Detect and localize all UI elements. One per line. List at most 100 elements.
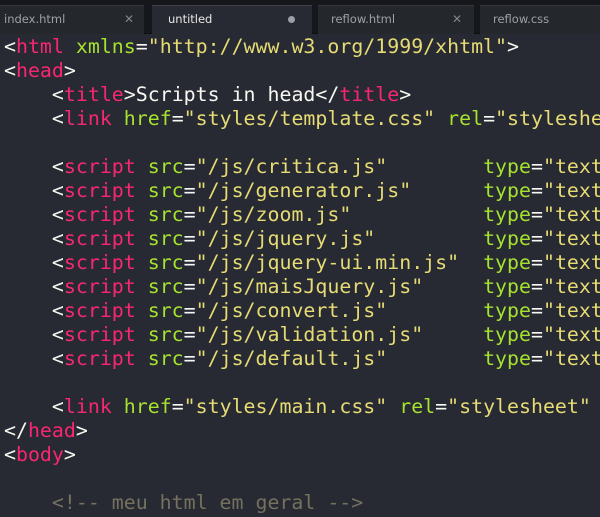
code-attribute: type: [483, 251, 531, 274]
code-string: "/js/validation.js": [195, 323, 424, 346]
code-attribute: src: [147, 251, 184, 274]
code-punctuation: <: [4, 275, 64, 298]
code-punctuation: <: [4, 299, 64, 322]
code-attribute: type: [483, 347, 531, 370]
code-string: "http://www.w3.org/1999/xhtml": [147, 35, 508, 58]
code-line[interactable]: <!-- meu html em geral -->: [4, 491, 600, 515]
code-punctuation: [423, 275, 483, 298]
code-line[interactable]: <link href="styles/template.css" rel="st…: [4, 107, 600, 131]
code-attribute: src: [147, 227, 184, 250]
code-punctuation: [387, 395, 399, 418]
code-punctuation: <: [4, 83, 64, 106]
code-punctuation: <: [4, 227, 64, 250]
code-line[interactable]: <script src="/js/jquery-ui.min.js" type=…: [4, 251, 600, 275]
code-attribute: type: [483, 179, 531, 202]
code-attribute: src: [147, 179, 184, 202]
code-punctuation: =: [530, 251, 543, 274]
code-string: "/js/default.js": [195, 347, 388, 370]
tab-untitled[interactable]: untitled: [152, 5, 312, 35]
close-icon[interactable]: ✕: [452, 6, 462, 32]
code-line[interactable]: <body>: [4, 443, 600, 467]
code-string: "/js/zoom.js": [195, 203, 352, 226]
code-attribute: src: [147, 347, 184, 370]
tab-label: untitled: [168, 12, 213, 26]
code-line[interactable]: <script src="/js/maisJquery.js" type="te…: [4, 275, 600, 299]
code-punctuation: <: [4, 107, 64, 130]
code-line[interactable]: </head>: [4, 419, 600, 443]
code-string: "/js/maisJquery.js": [195, 275, 424, 298]
code-punctuation: [591, 395, 600, 418]
code-punctuation: >: [63, 59, 76, 82]
code-punctuation: [435, 107, 447, 130]
code-attribute: href: [123, 107, 172, 130]
code-punctuation: <: [4, 395, 64, 418]
code-line[interactable]: [4, 371, 600, 395]
code-punctuation: <: [4, 179, 64, 202]
code-string: "styleshe: [495, 107, 600, 130]
code-punctuation: [136, 227, 148, 250]
code-line[interactable]: [4, 467, 600, 491]
code-line[interactable]: <script src="/js/critica.js" type="text: [4, 155, 600, 179]
code-punctuation: =: [183, 179, 196, 202]
code-string: "text: [542, 227, 600, 250]
code-attribute: rel: [399, 395, 436, 418]
code-punctuation: [136, 299, 148, 322]
code-editor[interactable]: <html xmlns="http://www.w3.org/1999/xhtm…: [0, 34, 600, 517]
code-punctuation: =: [183, 227, 196, 250]
code-tag-name: title: [339, 83, 400, 106]
code-punctuation: =: [183, 155, 196, 178]
code-line[interactable]: <link href="styles/main.css" rel="styles…: [4, 395, 600, 419]
code-line[interactable]: <script src="/js/generator.js" type="tex…: [4, 179, 600, 203]
code-line[interactable]: <script src="/js/zoom.js" type="text: [4, 203, 600, 227]
tab-reflow-css[interactable]: reflow.css: [480, 5, 600, 34]
code-punctuation: [459, 251, 483, 274]
code-line[interactable]: <html xmlns="http://www.w3.org/1999/xhtm…: [4, 35, 600, 59]
code-tag-name: script: [63, 203, 136, 226]
code-punctuation: </: [4, 419, 28, 442]
code-line[interactable]: <script src="/js/convert.js" type="text: [4, 299, 600, 323]
code-punctuation: =: [183, 203, 196, 226]
code-line[interactable]: <title>Scripts in head</title>: [4, 83, 600, 107]
code-line[interactable]: <script src="/js/default.js" type="text: [4, 347, 600, 371]
code-punctuation: =: [530, 347, 543, 370]
code-line[interactable]: [4, 131, 600, 155]
code-line[interactable]: <script src="/js/validation.js" type="te…: [4, 323, 600, 347]
code-punctuation: [387, 347, 483, 370]
code-string: "text: [542, 323, 600, 346]
code-string: "/js/jquery-ui.min.js": [195, 251, 460, 274]
code-tag-name: html: [15, 35, 64, 58]
code-punctuation: =: [530, 155, 543, 178]
code-string: "stylesheet": [447, 395, 591, 418]
code-attribute: src: [147, 275, 184, 298]
code-attribute: type: [483, 227, 531, 250]
code-punctuation: =: [183, 251, 196, 274]
code-punctuation: [423, 323, 483, 346]
code-punctuation: [136, 323, 148, 346]
editor-window: index.html ✕ untitled reflow.html ✕ refl…: [0, 0, 600, 517]
close-icon[interactable]: ✕: [124, 6, 134, 32]
code-punctuation: =: [183, 347, 196, 370]
code-punctuation: >: [75, 419, 88, 442]
code-punctuation: =: [183, 275, 196, 298]
code-tag-name: script: [63, 275, 136, 298]
code-punctuation: [112, 395, 124, 418]
code-punctuation: =: [435, 395, 448, 418]
code-text[interactable]: <html xmlns="http://www.w3.org/1999/xhtm…: [4, 35, 600, 515]
code-string: "/js/critica.js": [195, 155, 388, 178]
tab-index-html[interactable]: index.html ✕: [0, 5, 144, 34]
tab-reflow-html[interactable]: reflow.html ✕: [318, 5, 474, 34]
code-line[interactable]: <head>: [4, 59, 600, 83]
code-punctuation: <: [4, 59, 16, 82]
code-punctuation: =: [183, 323, 196, 346]
code-line[interactable]: <script src="/js/jquery.js" type="text: [4, 227, 600, 251]
code-punctuation: [411, 179, 483, 202]
code-punctuation: [351, 203, 483, 226]
code-tag-name: script: [63, 347, 136, 370]
code-string: "text: [542, 347, 600, 370]
code-string: "text: [542, 155, 600, 178]
code-punctuation: <: [4, 347, 64, 370]
unsaved-dot-icon[interactable]: [288, 16, 295, 23]
code-punctuation: [136, 179, 148, 202]
code-attribute: type: [483, 299, 531, 322]
code-tag-name: script: [63, 323, 136, 346]
